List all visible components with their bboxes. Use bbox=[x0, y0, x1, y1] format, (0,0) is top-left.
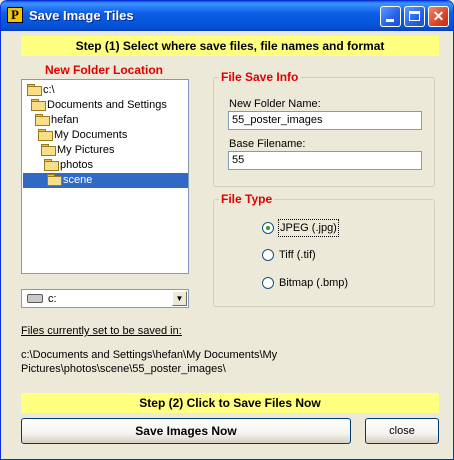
open-folder-icon bbox=[47, 174, 62, 186]
tree-item-hefan[interactable]: hefan bbox=[35, 113, 81, 128]
save-path-value: c:\Documents and Settings\hefan\My Docum… bbox=[21, 349, 278, 375]
radio-tiff[interactable]: Tiff (.tif) bbox=[262, 247, 382, 263]
folder-tree[interactable]: c:\ Documents and Settings hefan My Docu… bbox=[21, 79, 189, 274]
save-image-tiles-window: P Save Image Tiles ✕ Step (1) Select whe… bbox=[0, 0, 454, 460]
maximize-button[interactable] bbox=[404, 6, 425, 27]
tree-item-c-drive[interactable]: c:\ bbox=[27, 83, 57, 98]
file-save-info-title: File Save Info bbox=[219, 70, 301, 84]
base-filename-input[interactable]: 55 bbox=[228, 151, 422, 170]
open-folder-icon bbox=[41, 144, 56, 156]
drive-value: c: bbox=[48, 293, 57, 305]
open-folder-icon bbox=[31, 99, 46, 111]
tree-item-documents-and-settings[interactable]: Documents and Settings bbox=[31, 98, 169, 113]
radio-jpeg-label: JPEG (.jpg) bbox=[278, 219, 339, 237]
title-bar[interactable]: P Save Image Tiles ✕ bbox=[1, 1, 453, 31]
folder-name-label: New Folder Name: bbox=[229, 98, 321, 110]
radio-tiff-label: Tiff (.tif) bbox=[279, 249, 316, 261]
step-1-banner: Step (1) Select where save files, file n… bbox=[21, 36, 439, 56]
tree-item-my-pictures[interactable]: My Pictures bbox=[41, 143, 116, 158]
open-folder-icon bbox=[27, 84, 42, 96]
file-type-group: File Type JPEG (.jpg) Tiff (.tif) Bitmap… bbox=[213, 192, 435, 307]
window-title: Save Image Tiles bbox=[29, 8, 134, 23]
radio-jpeg[interactable]: JPEG (.jpg) bbox=[262, 219, 382, 237]
radio-button-checked[interactable] bbox=[262, 222, 274, 234]
minimize-button[interactable] bbox=[380, 6, 401, 27]
tree-item-my-documents[interactable]: My Documents bbox=[38, 128, 129, 143]
base-filename-label: Base Filename: bbox=[229, 138, 306, 150]
open-folder-icon bbox=[44, 159, 59, 171]
radio-button[interactable] bbox=[262, 249, 274, 261]
tree-item-scene[interactable]: scene bbox=[23, 173, 188, 188]
open-folder-icon bbox=[38, 129, 53, 141]
step-2-banner: Step (2) Click to Save Files Now bbox=[21, 393, 439, 413]
file-type-title: File Type bbox=[219, 192, 275, 206]
drive-dropdown[interactable]: c: ▼ bbox=[21, 289, 189, 308]
open-folder-icon bbox=[35, 114, 50, 126]
radio-bitmap[interactable]: Bitmap (.bmp) bbox=[262, 275, 382, 291]
folder-name-input[interactable]: 55_poster_images bbox=[228, 111, 422, 130]
tree-item-photos[interactable]: photos bbox=[44, 158, 95, 173]
chevron-down-icon[interactable]: ▼ bbox=[172, 291, 187, 306]
maximize-icon bbox=[409, 11, 420, 21]
radio-bitmap-label: Bitmap (.bmp) bbox=[279, 277, 349, 289]
save-path-label: Files currently set to be saved in: bbox=[21, 325, 182, 337]
minimize-icon bbox=[386, 19, 394, 22]
save-images-button[interactable]: Save Images Now bbox=[21, 418, 351, 444]
close-icon: ✕ bbox=[432, 8, 445, 24]
app-icon: P bbox=[7, 7, 23, 23]
close-window-button[interactable]: ✕ bbox=[428, 6, 449, 27]
radio-button[interactable] bbox=[262, 277, 274, 289]
drive-icon bbox=[27, 294, 43, 303]
file-save-info-group: File Save Info New Folder Name: 55_poste… bbox=[213, 70, 435, 187]
folder-location-heading: New Folder Location bbox=[45, 63, 164, 77]
close-button[interactable]: close bbox=[365, 418, 439, 444]
